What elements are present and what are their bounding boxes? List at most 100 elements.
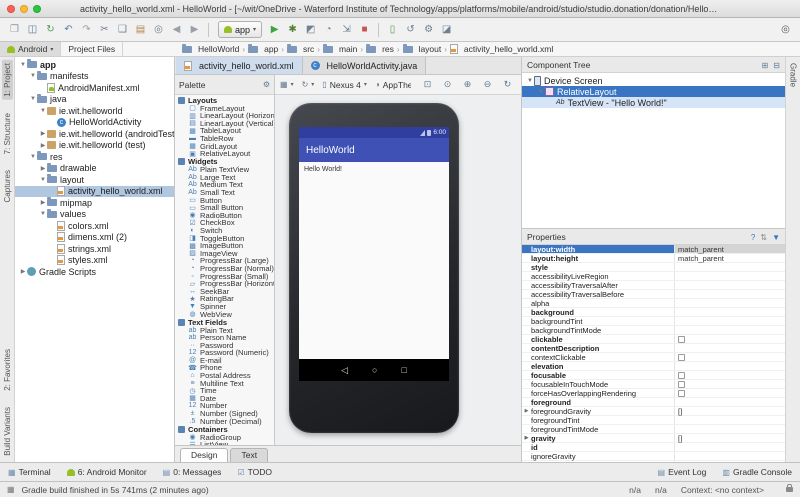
expander-icon[interactable]: ▼ bbox=[29, 73, 37, 79]
breadcrumb-item[interactable]: main bbox=[322, 43, 357, 54]
expander-icon[interactable]: ▼ bbox=[39, 108, 47, 114]
search-everywhere-icon[interactable]: ◎ bbox=[777, 21, 794, 38]
tree-item[interactable]: dimens.xml (2) bbox=[15, 232, 174, 244]
tool-window-button-0-messages[interactable]: ▤ 0: Messages bbox=[163, 467, 222, 477]
property-value[interactable] bbox=[674, 380, 785, 388]
property-value[interactable] bbox=[674, 452, 785, 460]
breadcrumb-item[interactable]: layout bbox=[402, 43, 441, 54]
avd-manager-icon[interactable]: ▯ bbox=[384, 21, 401, 38]
property-value[interactable] bbox=[674, 443, 785, 451]
property-value[interactable] bbox=[674, 389, 785, 397]
component-tree-item[interactable]: Ab TextView - "Hello World!" bbox=[522, 97, 785, 108]
tree-item[interactable]: AndroidManifest.xml bbox=[15, 82, 174, 94]
palette-item[interactable]: ☑ CheckBox bbox=[175, 218, 274, 227]
copy-icon[interactable]: ❑ bbox=[114, 21, 131, 38]
property-value[interactable] bbox=[674, 353, 785, 361]
expander-icon[interactable]: ▼ bbox=[537, 89, 545, 95]
collapse-all-icon[interactable]: ⊟ bbox=[773, 61, 780, 70]
expander-icon[interactable]: ▼ bbox=[29, 154, 37, 160]
property-value[interactable] bbox=[674, 416, 785, 424]
stop-icon[interactable]: ■ bbox=[356, 21, 373, 38]
tool-strip-tab[interactable]: 1: Project bbox=[1, 60, 13, 100]
expander-icon[interactable]: ▶ bbox=[19, 268, 27, 275]
design-canvas[interactable]: 6:00 HelloWorld Hello World! ◁ ○ □ bbox=[275, 95, 521, 445]
property-value[interactable] bbox=[674, 371, 785, 379]
zoom-actual-icon[interactable]: ⊙ bbox=[439, 76, 456, 93]
save-all-icon[interactable]: ◫ bbox=[24, 21, 41, 38]
attach-debugger-icon[interactable]: ⇲ bbox=[338, 21, 355, 38]
expander-icon[interactable]: ▶ bbox=[522, 408, 531, 414]
property-value[interactable] bbox=[674, 290, 785, 298]
checkbox[interactable] bbox=[678, 380, 685, 388]
debug-icon[interactable]: ✱ bbox=[284, 21, 301, 38]
property-row[interactable]: accessibilityTraversalBefore bbox=[522, 290, 785, 299]
find-icon[interactable]: ◎ bbox=[150, 21, 167, 38]
tree-item[interactable]: activity_hello_world.xml bbox=[15, 185, 174, 197]
expander-icon[interactable]: ▼ bbox=[19, 62, 27, 68]
checkbox[interactable] bbox=[678, 353, 685, 361]
property-value[interactable] bbox=[674, 272, 785, 280]
recents-icon[interactable]: □ bbox=[401, 365, 406, 375]
profiler-icon[interactable]: ◔ bbox=[320, 21, 337, 38]
gear-icon[interactable]: ⚙ bbox=[263, 80, 270, 89]
cut-icon[interactable]: ✂ bbox=[96, 21, 113, 38]
device-select[interactable]: ▯ Nexus 4 ▾ bbox=[322, 80, 367, 90]
property-value[interactable] bbox=[674, 425, 785, 433]
minimize-window-button[interactable] bbox=[20, 4, 28, 13]
tree-item[interactable]: ▶ Gradle Scripts bbox=[15, 266, 174, 278]
coverage-icon[interactable]: ◩ bbox=[302, 21, 319, 38]
component-tree-item[interactable]: ▼ Device Screen bbox=[522, 75, 785, 86]
tree-item[interactable]: ▼ java bbox=[15, 93, 174, 106]
property-value[interactable] bbox=[674, 335, 785, 343]
sync-icon[interactable]: ↻ bbox=[42, 21, 59, 38]
tool-strip-tab[interactable]: Captures bbox=[2, 167, 13, 205]
open-project-icon[interactable]: ❐ bbox=[6, 21, 23, 38]
zoom-window-button[interactable] bbox=[33, 4, 41, 13]
tree-item[interactable]: colors.xml bbox=[15, 220, 174, 232]
undo-icon[interactable]: ↶ bbox=[60, 21, 77, 38]
property-value[interactable]: match_parent bbox=[674, 254, 785, 263]
property-value[interactable] bbox=[674, 299, 785, 307]
sdk-manager-icon[interactable]: ◪ bbox=[438, 21, 455, 38]
tree-item[interactable]: ▶ ie.wit.helloworld (test) bbox=[15, 140, 174, 152]
property-value[interactable]: [] bbox=[674, 434, 785, 443]
redo-icon[interactable]: ↷ bbox=[78, 21, 95, 38]
run-configuration-select[interactable]: app ▾ bbox=[218, 21, 263, 38]
tool-window-button-6-android-monitor[interactable]: 6: Android Monitor bbox=[66, 467, 147, 477]
help-icon[interactable]: ? bbox=[751, 233, 755, 242]
expander-icon[interactable]: ▼ bbox=[39, 177, 47, 183]
expander-icon[interactable]: ▼ bbox=[39, 211, 47, 217]
property-value[interactable] bbox=[674, 281, 785, 289]
mode-tab-text[interactable]: Text bbox=[230, 448, 269, 462]
tool-window-button-terminal[interactable]: ▦ Terminal bbox=[8, 467, 51, 477]
editor-tab[interactable]: c HelloWorldActivity.java bbox=[302, 57, 427, 74]
checkbox[interactable] bbox=[678, 389, 685, 397]
property-value[interactable]: [] bbox=[674, 407, 785, 416]
project-view-tab-android[interactable]: Android ▾ bbox=[0, 42, 62, 56]
expander-icon[interactable]: ▶ bbox=[39, 199, 47, 206]
build-icon[interactable]: ⚙ bbox=[420, 21, 437, 38]
expander-icon[interactable]: ▶ bbox=[522, 435, 531, 441]
property-value[interactable]: match_parent bbox=[674, 245, 785, 254]
tool-window-button-gradle-console[interactable]: ▥ Gradle Console bbox=[722, 467, 792, 477]
property-row[interactable]: layout:height match_parent bbox=[522, 254, 785, 263]
component-tree-item[interactable]: ▼ RelativeLayout bbox=[522, 86, 785, 97]
expander-icon[interactable]: ▶ bbox=[39, 142, 47, 149]
expander-icon[interactable]: ▼ bbox=[29, 96, 37, 102]
checkbox[interactable] bbox=[678, 335, 685, 343]
toolwindow-toggle-icon[interactable]: ▦ bbox=[7, 485, 15, 494]
orientation-select[interactable]: ↻ ▾ bbox=[302, 80, 315, 89]
refresh-preview-icon[interactable]: ↻ bbox=[499, 76, 516, 93]
tree-item[interactable]: ▼ manifests bbox=[15, 70, 174, 83]
tree-item[interactable]: ▼ res bbox=[15, 151, 174, 163]
back-icon[interactable]: ◀ bbox=[168, 21, 185, 38]
back-icon[interactable]: ◁ bbox=[341, 365, 348, 376]
zoom-in-icon[interactable]: ⊕ bbox=[459, 76, 476, 93]
tool-strip-tab[interactable]: 7: Structure bbox=[2, 110, 13, 157]
tool-window-button-event-log[interactable]: ▤ Event Log bbox=[658, 467, 707, 477]
device-preview[interactable]: 6:00 HelloWorld Hello World! ◁ ○ □ bbox=[289, 103, 459, 433]
property-value[interactable] bbox=[674, 326, 785, 334]
home-icon[interactable]: ○ bbox=[372, 365, 377, 375]
breadcrumb-item[interactable]: app bbox=[248, 43, 278, 54]
tree-item[interactable]: c HelloWorldActivity bbox=[15, 117, 174, 129]
